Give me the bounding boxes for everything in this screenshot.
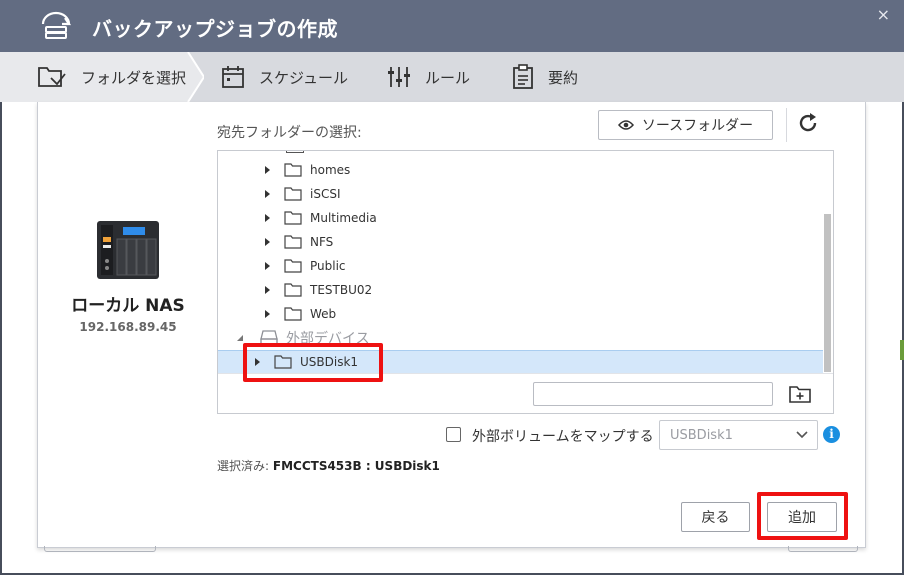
- folder-icon: [284, 187, 302, 201]
- background-panel-edge: [44, 546, 156, 552]
- backup-job-window: { "window": { "title": "バックアップジョブの作成", "…: [0, 0, 904, 575]
- highlight-box-usbdisk1: [243, 343, 383, 382]
- source-folder-button[interactable]: ソースフォルダー: [598, 110, 773, 140]
- source-folder-label: ソースフォルダー: [641, 118, 754, 134]
- tree-item-label: homes: [310, 163, 351, 177]
- background-panel-edge: [788, 546, 858, 552]
- expand-arrow-icon[interactable]: [265, 214, 270, 222]
- calendar-icon: [222, 66, 244, 88]
- selected-value: FMCCTS453B : USBDisk1: [272, 459, 440, 473]
- expand-arrow-icon[interactable]: [265, 166, 270, 174]
- folder-icon: [284, 259, 302, 273]
- map-volume-checkbox[interactable]: [446, 427, 461, 442]
- folder-icon: [284, 307, 302, 321]
- step-label: ルール: [425, 68, 471, 87]
- step-schedule[interactable]: スケジュール: [221, 52, 348, 102]
- backup-app-icon: [41, 11, 72, 39]
- selected-prefix: 選択済み:: [217, 459, 270, 473]
- step-label: フォルダを選択: [81, 68, 187, 87]
- info-icon[interactable]: i: [823, 426, 840, 443]
- window-title: バックアップジョブの作成: [92, 17, 338, 41]
- back-button[interactable]: 戻る: [681, 502, 750, 532]
- toolbar-divider: [786, 108, 787, 142]
- collapse-arrow-icon[interactable]: [236, 334, 244, 342]
- selected-destination: 選択済み: FMCCTS453B : USBDisk1: [217, 457, 440, 474]
- folder-select-icon: [38, 67, 66, 87]
- close-icon[interactable]: ×: [877, 5, 890, 24]
- step-label: スケジュール: [259, 68, 348, 87]
- new-folder-name-input[interactable]: [533, 382, 773, 406]
- tree-item-label: TESTBU02: [310, 283, 373, 297]
- map-volume-select-value: USBDisk1: [670, 427, 733, 443]
- destination-folder-label: 宛先フォルダーの選択:: [217, 125, 362, 141]
- title-bar: バックアップジョブの作成 ×: [0, 0, 904, 52]
- tree-item[interactable]: iSCSI: [218, 182, 823, 206]
- sliders-icon: [388, 67, 410, 87]
- tree-scrollbar[interactable]: [822, 150, 834, 372]
- refresh-icon[interactable]: [797, 112, 819, 134]
- nas-name: ローカル NAS: [71, 296, 185, 316]
- tree-item[interactable]: Public: [218, 254, 823, 278]
- folder-icon: [284, 235, 302, 249]
- folder-icon: [284, 211, 302, 225]
- tree-item-label: iSCSI: [310, 187, 341, 201]
- step-summary[interactable]: 要約: [512, 52, 578, 102]
- step-label: 要約: [548, 68, 579, 87]
- folder-icon: [284, 283, 302, 297]
- expand-arrow-icon[interactable]: [265, 238, 270, 246]
- tree-item[interactable]: NFS: [218, 230, 823, 254]
- folder-icon: [286, 151, 304, 153]
- expand-arrow-icon[interactable]: [265, 190, 270, 198]
- new-folder-icon[interactable]: [787, 382, 813, 406]
- highlight-box-add: [757, 492, 848, 540]
- wizard-steps: フォルダを選択 スケジュール ルール 要約: [0, 52, 904, 102]
- tree-item[interactable]: Multimedia: [218, 206, 823, 230]
- eye-icon: [617, 120, 634, 130]
- folder-icon: [284, 163, 302, 177]
- scrollbar-thumb[interactable]: [824, 214, 831, 372]
- expand-arrow-icon[interactable]: [265, 262, 270, 270]
- tree-item[interactable]: homes: [218, 158, 823, 182]
- tree-item-label: Web: [310, 307, 337, 321]
- tree-item-label: Public: [310, 259, 346, 273]
- clipboard-icon: [513, 64, 533, 89]
- tree-item[interactable]: Web: [218, 302, 823, 326]
- map-volume-select[interactable]: USBDisk1: [659, 420, 818, 450]
- chevron-down-icon: [796, 431, 808, 439]
- expand-arrow-icon[interactable]: [265, 310, 270, 318]
- map-volume-label: 外部ボリュームをマップする: [472, 429, 654, 445]
- step-rules[interactable]: ルール: [387, 52, 470, 102]
- tree-item[interactable]: TESTBU02: [218, 278, 823, 302]
- expand-arrow-icon[interactable]: [265, 286, 270, 294]
- step-select-folder[interactable]: フォルダを選択: [37, 52, 186, 102]
- background-accent: [900, 340, 904, 360]
- nas-device-icon: [97, 221, 159, 279]
- tree-item-label: Multimedia: [310, 211, 377, 225]
- nas-ip: 192.168.89.45: [79, 320, 177, 334]
- tree-item-label: NFS: [310, 235, 334, 249]
